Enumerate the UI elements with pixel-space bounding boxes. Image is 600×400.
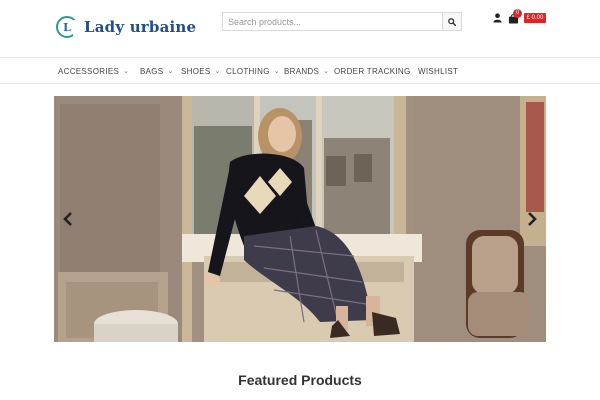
nav-item-brands[interactable]: BRANDS ⌄ xyxy=(284,67,334,76)
nav-item-label: BAGS xyxy=(140,66,164,76)
nav-item-label: BRANDS xyxy=(284,66,320,76)
search-form xyxy=(222,12,462,31)
logo-text: Lady urbaine xyxy=(84,18,197,36)
nav-item-shoes[interactable]: SHOES ⌄ xyxy=(181,67,226,76)
site-logo[interactable]: L Lady urbaine xyxy=(56,14,196,40)
section-title: Featured Products xyxy=(238,372,362,388)
nav-item-label: CLOTHING xyxy=(226,66,270,76)
nav-item-label: SHOES xyxy=(181,66,211,76)
nav-menu: ACCESSORIES ⌄ BAGS ⌄ SHOES ⌄ CLOTHING ⌄ BRAN… xyxy=(58,58,468,84)
nav-item-label: ORDER TRACKING xyxy=(334,66,411,76)
chevron-down-icon: ⌄ xyxy=(214,68,221,75)
cart-total-badge[interactable]: £ 0.00 xyxy=(524,13,546,23)
hero-slider[interactable] xyxy=(54,96,546,342)
main-navigation: ACCESSORIES ⌄ BAGS ⌄ SHOES ⌄ CLOTHING ⌄ BRAN… xyxy=(0,57,600,84)
chevron-down-icon: ⌄ xyxy=(167,68,174,75)
chevron-right-icon xyxy=(528,212,537,226)
chevron-down-icon: ⌄ xyxy=(323,68,330,75)
cart-count-badge: 0 xyxy=(513,9,522,18)
nav-item-label: WISHLIST xyxy=(418,66,459,76)
chevron-down-icon: ⌄ xyxy=(273,68,280,75)
hero-slide-image xyxy=(54,96,546,342)
search-input[interactable] xyxy=(222,12,442,31)
user-icon xyxy=(492,13,502,23)
magnifier-icon xyxy=(448,17,456,26)
chevron-left-icon xyxy=(63,212,72,226)
logo-letter: L xyxy=(63,20,71,34)
nav-item-wishlist[interactable]: WISHLIST xyxy=(418,67,468,76)
account-button[interactable] xyxy=(491,11,503,25)
slider-next-button[interactable] xyxy=(526,211,538,227)
nav-item-clothing[interactable]: CLOTHING ⌄ xyxy=(226,67,284,76)
nav-item-order-tracking[interactable]: ORDER TRACKING xyxy=(334,67,418,76)
slider-prev-button[interactable] xyxy=(62,211,74,227)
chevron-down-icon: ⌄ xyxy=(123,68,130,75)
nav-item-bags[interactable]: BAGS ⌄ xyxy=(140,67,181,76)
logo-mark-icon: L xyxy=(56,16,79,38)
search-button[interactable] xyxy=(442,12,462,31)
site-header: L Lady urbaine 0 £ 0.00 xyxy=(0,0,600,56)
nav-item-accessories[interactable]: ACCESSORIES ⌄ xyxy=(58,67,140,76)
nav-item-label: ACCESSORIES xyxy=(58,66,120,76)
